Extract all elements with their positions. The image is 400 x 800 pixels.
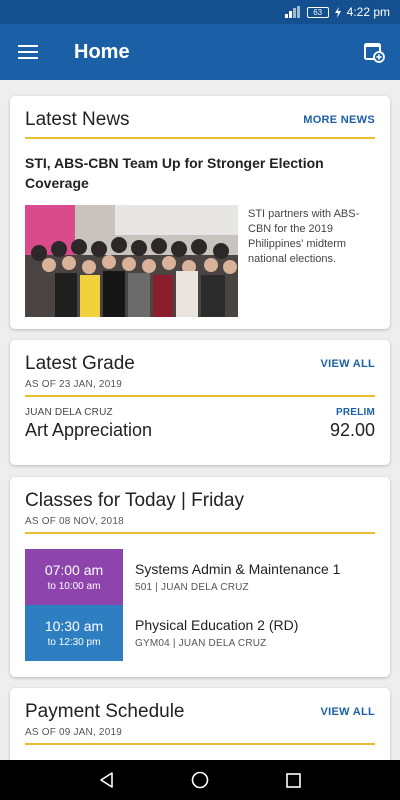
classes-card-title: Classes for Today | Friday xyxy=(25,490,244,511)
class-item[interactable]: 10:30 am to 12:30 pm Physical Education … xyxy=(25,605,375,661)
grade-value: 92.00 xyxy=(329,420,375,440)
class-start-time: 10:30 am xyxy=(44,618,104,634)
new-window-button[interactable] xyxy=(348,24,400,80)
divider xyxy=(25,395,375,397)
grade-card-title: Latest Grade xyxy=(25,353,135,374)
news-card-title: Latest News xyxy=(25,109,130,130)
class-end-time: to 10:00 am xyxy=(47,581,101,592)
page-title: Home xyxy=(74,40,130,63)
grade-term: PRELIM xyxy=(336,407,375,418)
home-button[interactable] xyxy=(180,760,220,800)
class-time-box: 07:00 am to 10:00 am xyxy=(25,549,123,605)
class-name: Systems Admin & Maintenance 1 xyxy=(135,561,341,577)
new-window-icon xyxy=(364,43,385,63)
recents-icon xyxy=(286,772,301,788)
charging-icon xyxy=(334,6,341,18)
class-room-instructor: 501 | JUAN DELA CRUZ xyxy=(135,582,249,593)
news-headline[interactable]: STI, ABS-CBN Team Up for Stronger Electi… xyxy=(25,153,375,193)
home-content[interactable]: Latest News MORE NEWS STI, ABS-CBN Team … xyxy=(0,80,400,760)
news-summary: STI partners with ABS-CBN for the 2019 P… xyxy=(248,208,360,265)
payment-view-all-link[interactable]: VIEW ALL xyxy=(320,706,375,718)
class-name: Physical Education 2 (RD) xyxy=(135,617,299,633)
status-bar: 63 4:22 pm xyxy=(0,0,400,24)
student-name: JUAN DELA CRUZ xyxy=(25,407,113,418)
signal-icon xyxy=(284,6,301,18)
status-time: 4:22 pm xyxy=(346,5,390,19)
latest-grade-card[interactable]: Latest Grade VIEW ALL AS OF 23 JAN, 2019… xyxy=(10,340,390,465)
grade-as-of: AS OF 23 JAN, 2019 xyxy=(25,379,122,390)
class-item[interactable]: 07:00 am to 10:00 am Systems Admin & Mai… xyxy=(25,549,375,605)
grade-subject: Art Appreciation xyxy=(25,420,153,440)
payment-card-title: Payment Schedule xyxy=(25,701,185,722)
class-time-box: 10:30 am to 12:30 pm xyxy=(25,605,123,661)
class-end-time: to 12:30 pm xyxy=(47,637,101,648)
divider xyxy=(25,532,375,534)
battery-level: 63 xyxy=(313,7,323,17)
menu-button[interactable] xyxy=(0,24,56,80)
more-news-link[interactable]: MORE NEWS xyxy=(303,114,375,126)
class-room-instructor: GYM04 | JUAN DELA CRUZ xyxy=(135,638,267,649)
recents-button[interactable] xyxy=(273,760,313,800)
battery-icon: 63 xyxy=(306,6,329,18)
back-button[interactable] xyxy=(87,760,127,800)
back-icon xyxy=(99,772,113,788)
news-photo[interactable] xyxy=(25,205,238,317)
payment-as-of: AS OF 09 JAN, 2019 xyxy=(25,727,122,738)
grade-view-all-link[interactable]: VIEW ALL xyxy=(320,358,375,370)
system-nav-bar xyxy=(0,760,400,800)
classes-today-card: Classes for Today | Friday AS OF 08 NOV,… xyxy=(10,477,390,677)
latest-news-card: Latest News MORE NEWS STI, ABS-CBN Team … xyxy=(10,96,390,329)
payment-schedule-card[interactable]: Payment Schedule VIEW ALL AS OF 09 JAN, … xyxy=(10,688,390,760)
class-start-time: 07:00 am xyxy=(44,562,104,578)
menu-icon xyxy=(18,45,38,59)
classes-as-of: AS OF 08 NOV, 2018 xyxy=(25,516,124,527)
home-icon xyxy=(191,771,209,789)
divider xyxy=(25,137,375,139)
app-bar: Home xyxy=(0,24,400,80)
divider xyxy=(25,743,375,745)
